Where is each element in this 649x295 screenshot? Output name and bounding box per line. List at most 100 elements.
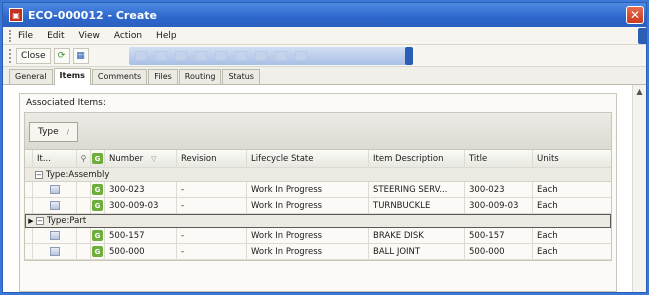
cell-title[interactable]: 500-157 xyxy=(465,228,533,243)
associated-items-panel: Associated Items: Type / It... ⚲ G Numbe… xyxy=(19,93,617,292)
sort-ascending-icon[interactable]: / xyxy=(67,128,69,136)
collapse-icon[interactable]: − xyxy=(35,170,43,179)
cell-title[interactable]: 500-000 xyxy=(465,244,533,259)
cell-number[interactable]: 300-023 xyxy=(105,182,177,197)
collapse-icon[interactable]: − xyxy=(36,217,44,225)
tab-general[interactable]: General xyxy=(9,69,53,84)
document-icon xyxy=(49,247,60,256)
paperclip-icon[interactable]: ⚲ xyxy=(77,150,91,167)
cell-revision[interactable]: - xyxy=(177,228,247,243)
row-selector[interactable] xyxy=(25,182,33,197)
add-icon[interactable] xyxy=(175,51,187,61)
tab-items[interactable]: Items xyxy=(53,68,91,85)
menu-bar: File Edit View Action Help xyxy=(3,27,646,45)
cell-lifecycle[interactable]: Work In Progress xyxy=(247,198,369,213)
edit-icon[interactable] xyxy=(155,51,167,61)
table-row[interactable]: G 300-023 - Work In Progress STEERING SE… xyxy=(25,182,611,198)
toolbar: Close ⟳ ▦ xyxy=(3,45,646,67)
group-by-area[interactable]: Type / xyxy=(24,112,612,150)
column-header-title[interactable]: Title xyxy=(465,150,533,167)
group-by-chip[interactable]: Type / xyxy=(29,122,79,142)
copy-icon[interactable] xyxy=(215,51,227,61)
cell-description[interactable]: STEERING SERV... xyxy=(369,182,465,197)
tab-files[interactable]: Files xyxy=(148,69,178,84)
remove-icon[interactable] xyxy=(195,51,207,61)
app-icon: ▣ xyxy=(9,8,23,22)
cell-description[interactable]: BRAKE DISK xyxy=(369,228,465,243)
panel-title: Associated Items: xyxy=(26,98,106,108)
cell-units[interactable]: Each xyxy=(533,182,585,197)
table-row[interactable]: G 300-009-03 - Work In Progress TURNBUCK… xyxy=(25,198,611,214)
scroll-up-icon[interactable]: ▲ xyxy=(633,85,646,98)
column-header-description[interactable]: Item Description xyxy=(369,150,465,167)
refresh-icon[interactable]: ⟳ xyxy=(53,47,70,64)
row-doc-cell xyxy=(33,198,77,213)
cell-number[interactable]: 500-000 xyxy=(105,244,177,259)
cell-number[interactable]: 300-009-03 xyxy=(105,198,177,213)
cell-units[interactable]: Each xyxy=(533,198,585,213)
header-spacer xyxy=(25,150,33,167)
cell-title[interactable]: 300-009-03 xyxy=(465,198,533,213)
menu-edit[interactable]: Edit xyxy=(47,31,64,41)
cell-number[interactable]: 500-157 xyxy=(105,228,177,243)
table-row[interactable]: G 500-000 - Work In Progress BALL JOINT … xyxy=(25,244,611,260)
cell-revision[interactable]: - xyxy=(177,182,247,197)
column-header-lifecycle[interactable]: Lifecycle State xyxy=(247,150,369,167)
save-icon[interactable]: ▦ xyxy=(72,47,89,64)
action-toolbar xyxy=(129,47,413,65)
column-header-number[interactable]: Number ▽ xyxy=(105,150,177,167)
row-selector[interactable] xyxy=(25,228,33,243)
row-selector[interactable] xyxy=(25,244,33,259)
menu-help[interactable]: Help xyxy=(156,31,177,41)
close-button[interactable]: Close xyxy=(16,47,51,64)
cell-title[interactable]: 300-023 xyxy=(465,182,533,197)
group-by-label: Type xyxy=(38,127,59,137)
group-row-assembly[interactable]: − Type:Assembly xyxy=(25,168,611,182)
table-row[interactable]: G 500-157 - Work In Progress BRAKE DISK … xyxy=(25,228,611,244)
undo-icon[interactable] xyxy=(135,51,147,61)
cell-description[interactable]: TURNBUCKLE xyxy=(369,198,465,213)
menu-action[interactable]: Action xyxy=(114,31,142,41)
print-icon[interactable] xyxy=(295,51,307,61)
find-icon[interactable] xyxy=(275,51,287,61)
item-type-icon[interactable]: G xyxy=(91,150,105,167)
cell-lifecycle[interactable]: Work In Progress xyxy=(247,182,369,197)
menu-view[interactable]: View xyxy=(79,31,100,41)
grip-icon xyxy=(9,48,12,63)
tab-strip: General Items Comments Files Routing Sta… xyxy=(3,67,646,85)
items-tab-content: Associated Items: Type / It... ⚲ G Numbe… xyxy=(3,85,646,292)
cell-units[interactable]: Each xyxy=(533,228,585,243)
column-header-item[interactable]: It... xyxy=(33,150,77,167)
move-up-icon[interactable] xyxy=(235,51,247,61)
tab-status[interactable]: Status xyxy=(222,69,260,84)
eco-window: ▣ ECO-000012 - Create ✕ File Edit View A… xyxy=(2,2,647,293)
cell-lifecycle[interactable]: Work In Progress xyxy=(247,244,369,259)
tab-comments[interactable]: Comments xyxy=(91,69,148,84)
tab-routing[interactable]: Routing xyxy=(178,69,222,84)
row-selector[interactable] xyxy=(25,198,33,213)
document-icon xyxy=(49,231,60,240)
column-header-revision[interactable]: Revision xyxy=(177,150,247,167)
sort-indicator-icon: ▽ xyxy=(151,154,157,163)
menu-file[interactable]: File xyxy=(18,31,33,41)
window-title: ECO-000012 - Create xyxy=(28,8,157,22)
column-header-number-label: Number xyxy=(109,153,144,164)
close-window-icon[interactable]: ✕ xyxy=(626,6,644,24)
item-status-icon: G xyxy=(91,228,105,243)
row-flag-cell xyxy=(77,182,91,197)
row-doc-cell xyxy=(33,182,77,197)
items-grid: It... ⚲ G Number ▽ Revision Lifecycle St… xyxy=(24,150,612,261)
grid-header: It... ⚲ G Number ▽ Revision Lifecycle St… xyxy=(25,150,611,168)
cell-revision[interactable]: - xyxy=(177,244,247,259)
cell-revision[interactable]: - xyxy=(177,198,247,213)
group-row-part[interactable]: ▶ − Type:Part xyxy=(25,214,611,228)
cell-units[interactable]: Each xyxy=(533,244,585,259)
cell-lifecycle[interactable]: Work In Progress xyxy=(247,228,369,243)
move-down-icon[interactable] xyxy=(255,51,267,61)
grip-icon xyxy=(9,29,12,42)
row-flag-cell xyxy=(77,228,91,243)
row-doc-cell xyxy=(33,228,77,243)
column-header-units[interactable]: Units xyxy=(533,150,585,167)
vertical-scrollbar[interactable]: ▲ xyxy=(632,85,646,292)
cell-description[interactable]: BALL JOINT xyxy=(369,244,465,259)
